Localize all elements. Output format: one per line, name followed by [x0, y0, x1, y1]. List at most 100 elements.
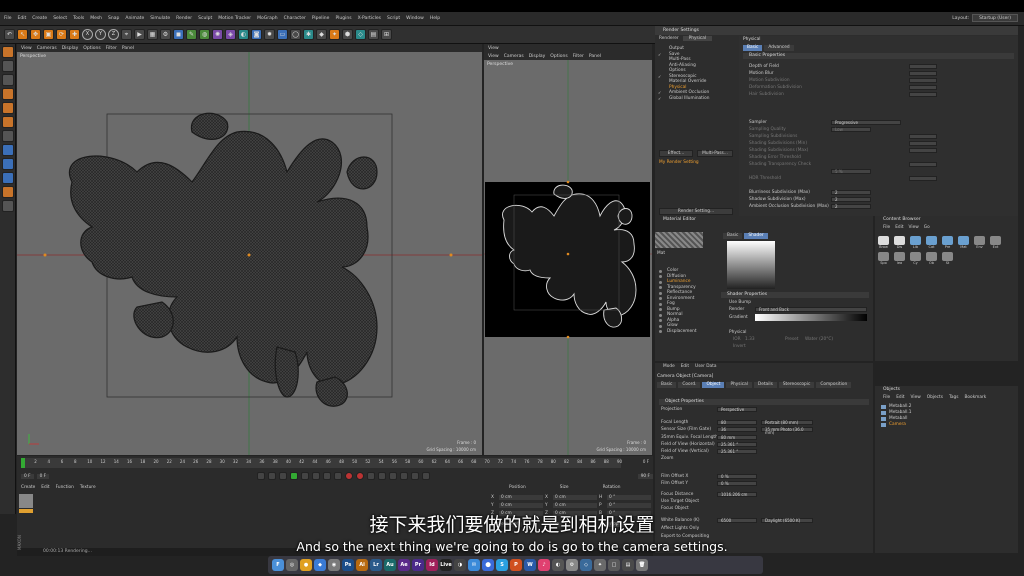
dock-app-icon[interactable]: □ [608, 559, 620, 571]
menu-item-render[interactable]: Render [176, 16, 192, 21]
move-axis-icon[interactable]: ✚ [69, 29, 80, 40]
prev-key-icon[interactable] [267, 472, 276, 480]
physical-row-field[interactable] [909, 134, 937, 139]
end-frame-field[interactable]: 90 F [637, 473, 653, 479]
menu-edit[interactable]: Edit [41, 485, 49, 490]
rotate-tool-icon[interactable]: ⟳ [56, 29, 67, 40]
autokey-icon[interactable] [355, 472, 364, 480]
next-key-icon[interactable] [311, 472, 320, 480]
coord-value-field[interactable]: 0 cm [499, 502, 543, 508]
renderer-dropdown[interactable]: Physical [682, 36, 713, 41]
current-frame-field[interactable]: 0 F [36, 473, 50, 479]
viewport-menu-cameras[interactable]: Cameras [37, 46, 57, 51]
render-picture-viewer-icon[interactable]: ▦ [147, 29, 158, 40]
blurriness-field[interactable]: 2 [831, 190, 871, 195]
mograph-icon[interactable]: ✱ [303, 29, 314, 40]
dock-app-icon[interactable]: Live [440, 559, 452, 571]
texture-mode-icon[interactable] [2, 74, 14, 86]
render-setting-global-illumination[interactable]: Global Illumination [655, 96, 737, 102]
prev-frame-icon[interactable] [278, 472, 287, 480]
y-axis-icon[interactable]: Y [95, 29, 106, 40]
cb-menu-file[interactable]: File [883, 225, 890, 230]
planar-workplane-icon[interactable] [2, 200, 14, 212]
move-tool-icon[interactable]: ↖ [17, 29, 28, 40]
script-icon[interactable]: ◇ [355, 29, 366, 40]
x-axis-icon[interactable]: X [82, 29, 93, 40]
sampling-quality-dropdown[interactable]: Low [831, 127, 871, 132]
render-mode-dropdown[interactable]: Front and Back [755, 307, 867, 312]
menu-item-animate[interactable]: Animate [125, 16, 144, 21]
sampler-dropdown[interactable]: Progressive [831, 120, 901, 125]
ao-field[interactable]: 2 [831, 204, 871, 209]
nurbs-icon[interactable]: ◍ [199, 29, 210, 40]
dock-app-icon[interactable]: Pr [412, 559, 424, 571]
physical-row-field[interactable] [909, 141, 937, 146]
sculpt-icon[interactable]: ◆ [316, 29, 327, 40]
obj-menu-file[interactable]: File [883, 395, 890, 400]
next-frame-icon[interactable] [300, 472, 309, 480]
dock-app-icon[interactable]: ◎ [286, 559, 298, 571]
coord-value-field[interactable]: 0 cm [553, 502, 597, 508]
xparticles-icon[interactable]: ✦ [329, 29, 340, 40]
tab-shader[interactable]: Shader [744, 233, 768, 239]
layout-dropdown[interactable]: Startup (User) [972, 14, 1018, 22]
param-key-icon[interactable] [410, 472, 419, 480]
menu-item-tools[interactable]: Tools [73, 16, 84, 21]
physical-row-field[interactable] [909, 148, 937, 153]
menu-item-edit[interactable]: Edit [18, 16, 27, 21]
obj-menu-objects[interactable]: Objects [927, 395, 943, 400]
coord-value-field[interactable]: 0 cm [553, 494, 597, 500]
physical-row-field[interactable] [909, 78, 937, 83]
attr-row-value[interactable]: Perspective [717, 407, 757, 412]
dock-app-icon[interactable]: ◉ [328, 559, 340, 571]
render-settings-icon[interactable]: ⚙ [160, 29, 171, 40]
multipass-button[interactable]: Multi-Pass... [697, 150, 733, 157]
dock-app-icon[interactable]: ◑ [454, 559, 466, 571]
attr-tab-physical[interactable]: Physical [726, 382, 752, 388]
cb-menu-edit[interactable]: Edit [895, 225, 903, 230]
material-channel-displacement[interactable]: Displacement [655, 329, 719, 335]
viewport-menu-panel[interactable]: Panel [122, 46, 134, 51]
dock-app-icon[interactable]: Id [426, 559, 438, 571]
rotation-key-icon[interactable] [399, 472, 408, 480]
attr-row-value[interactable]: 0 % [717, 474, 757, 479]
content-browser-item[interactable]: Mat [957, 236, 970, 249]
cb-menu-view[interactable]: View [909, 225, 919, 230]
menu-item-x-particles[interactable]: X-Particles [358, 16, 381, 21]
obj-menu-tags[interactable]: Tags [949, 395, 959, 400]
coord-system-icon[interactable]: ⌖ [121, 29, 132, 40]
coord-value-field[interactable]: 0 ° [607, 494, 651, 500]
layout-selector[interactable]: Layout: Startup (User) [952, 14, 1018, 22]
menu-function[interactable]: Function [56, 485, 74, 490]
physical-row-field[interactable] [909, 176, 937, 181]
object-item-camera[interactable]: Camera [875, 422, 935, 428]
timeline-playhead[interactable] [21, 458, 25, 468]
point-mode-icon[interactable] [2, 88, 14, 100]
cb-menu-go[interactable]: Go [924, 225, 930, 230]
menu-item-select[interactable]: Select [53, 16, 67, 21]
position-key-icon[interactable] [377, 472, 386, 480]
tab-advanced[interactable]: Advanced [764, 45, 794, 51]
content-browser-item[interactable]: Ob [925, 252, 938, 265]
menu-create[interactable]: Create [21, 485, 35, 490]
physical-row-field[interactable] [909, 64, 937, 69]
dock-app-icon[interactable]: F [272, 559, 284, 571]
attr-menu-edit[interactable]: Edit [681, 364, 689, 369]
dock-app-icon[interactable]: ◐ [552, 559, 564, 571]
plugin-icon[interactable]: ⬢ [342, 29, 353, 40]
z-axis-icon[interactable]: Z [108, 29, 119, 40]
key-selection-icon[interactable] [366, 472, 375, 480]
attr-row-value[interactable]: 80 mm [717, 435, 757, 440]
menu-item-motion-tracker[interactable]: Motion Tracker [218, 16, 251, 21]
viewport-menu-view[interactable]: View [488, 54, 499, 59]
workplane-icon[interactable] [2, 172, 14, 184]
dock-app-icon[interactable]: ● [300, 559, 312, 571]
attr-row-value[interactable]: 1016.206 cm [717, 492, 757, 497]
dock-app-icon[interactable]: ⚙ [566, 559, 578, 571]
material-swatch[interactable] [19, 494, 33, 508]
preset-value[interactable]: Water (20°C) [805, 337, 833, 342]
content-browser-item[interactable]: Brow [877, 236, 890, 249]
make-editable-icon[interactable] [2, 46, 14, 58]
obj-menu-edit[interactable]: Edit [896, 395, 904, 400]
attr-menu-userdata[interactable]: User Data [695, 364, 716, 369]
